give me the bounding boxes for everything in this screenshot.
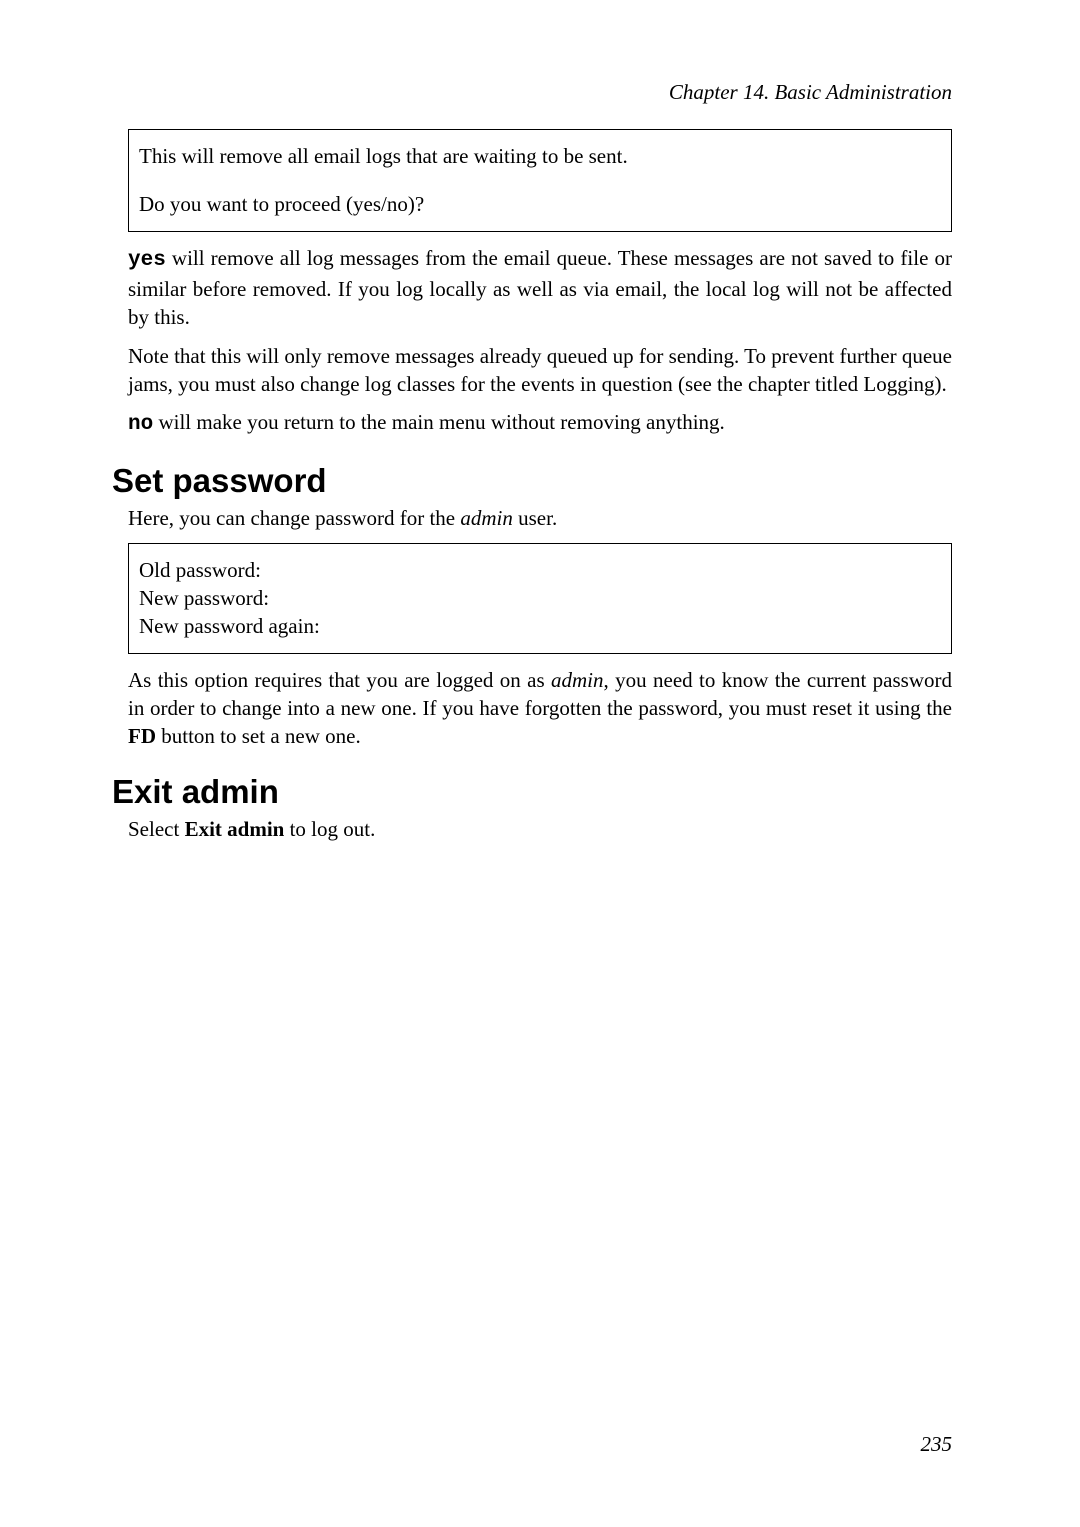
- yes-command: yes: [128, 249, 166, 272]
- box1-line2: Do you want to proceed (yes/no)?: [139, 190, 941, 218]
- set-password-heading: Set password: [112, 462, 952, 500]
- exit-post: to log out.: [284, 817, 375, 841]
- new-password-label: New password:: [139, 584, 941, 612]
- page-number: 235: [921, 1432, 953, 1457]
- set-password-intro: Here, you can change password for the ad…: [128, 506, 952, 531]
- chapter-header: Chapter 14. Basic Administration: [128, 80, 952, 105]
- password-paragraph: As this option requires that you are log…: [128, 666, 952, 751]
- para4-p1: As this option requires that you are log…: [128, 668, 551, 692]
- intro-admin: admin: [460, 506, 513, 530]
- paragraph-yes-description: yes will remove all log messages from th…: [128, 244, 952, 332]
- para1-text: will remove all log messages from the em…: [128, 246, 952, 330]
- para4-fd: FD: [128, 724, 156, 748]
- exit-bold: Exit admin: [185, 817, 285, 841]
- intro-post: user.: [513, 506, 557, 530]
- new-password-again-label: New password again:: [139, 612, 941, 640]
- password-prompt-box: Old password: New password: New password…: [128, 543, 952, 654]
- para4-admin: admin: [551, 668, 604, 692]
- old-password-label: Old password:: [139, 556, 941, 584]
- remove-logs-prompt-box: This will remove all email logs that are…: [128, 129, 952, 232]
- exit-admin-intro: Select Exit admin to log out.: [128, 817, 952, 842]
- para4-p3: button to set a new one.: [156, 724, 361, 748]
- paragraph-note: Note that this will only remove messages…: [128, 342, 952, 399]
- no-command: no: [128, 413, 153, 436]
- box1-line1: This will remove all email logs that are…: [139, 142, 941, 170]
- para3-text: will make you return to the main menu wi…: [153, 410, 725, 434]
- exit-pre: Select: [128, 817, 185, 841]
- paragraph-no-description: no will make you return to the main menu…: [128, 408, 952, 439]
- intro-pre: Here, you can change password for the: [128, 506, 460, 530]
- exit-admin-heading: Exit admin: [112, 773, 952, 811]
